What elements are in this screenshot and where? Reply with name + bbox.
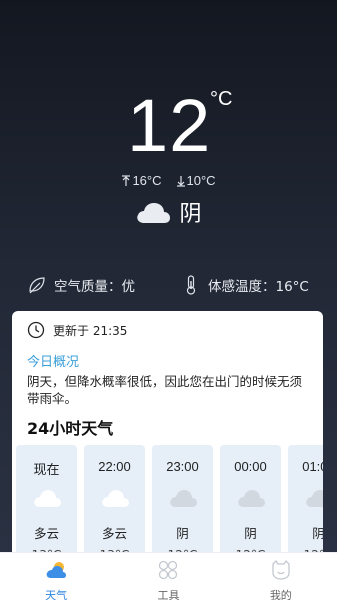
current-weather: 12 °C 16°C 10°C 阴 [0,0,337,310]
weather-detail-card: 更新于 21:35 今日概况 阴天，但降水概率很低，因此您在出门的时候无须带雨伞… [12,311,323,561]
low-temp-value: 10°C [186,173,216,188]
hour-time: 01:00 [302,459,323,474]
weather-condition: 阴 [0,196,337,228]
hour-condition: 多云 [101,526,127,541]
tab-weather-label: 天气 [45,589,68,600]
hour-condition: 阴 [312,526,323,541]
hour-card[interactable]: 现在 多云 13°C [16,445,77,561]
feels-like[interactable]: 体感温度：16°C [182,275,309,295]
hour-card[interactable]: 23:00 阴 12°C [152,445,213,561]
current-temperature: 12 [127,84,212,167]
thermometer-icon [186,275,196,295]
hour-card[interactable]: 22:00 多云 13°C [84,445,145,561]
summary-title: 今日概况 [27,355,80,370]
weather-info-row: 空气质量：优 体感温度：16°C [0,275,337,297]
update-time: 更新于 21:35 [27,321,127,339]
arrow-down-icon [176,175,185,187]
arrow-up-icon [122,174,131,186]
cloud-icon [34,490,61,507]
hour-time: 现在 [33,462,60,477]
hour-card[interactable]: 00:00 阴 12°C [220,445,281,561]
high-temp-value: 16°C [132,173,162,188]
profile-icon [272,559,290,580]
hour-condition: 多云 [33,526,59,541]
hour-time: 22:00 [98,459,131,474]
tab-tools-label: 工具 [157,589,180,600]
high-temp: 16°C [121,173,162,188]
summary-text: 阴天，但降水概率很低，因此您在出门的时候无须带雨伞。 [27,374,303,406]
overcast-icon [170,490,197,507]
bottom-tab-bar: 天气 工具 我的 [0,552,337,600]
tab-weather[interactable]: 天气 [0,553,112,600]
update-time-text: 更新于 21:35 [53,323,128,338]
hour-card[interactable]: 01:00 阴 12°C [288,445,323,561]
condition-label: 阴 [179,202,202,227]
low-temp: 10°C [176,173,216,188]
temperature-unit: °C [210,88,233,110]
tab-profile[interactable]: 我的 [225,553,337,600]
tools-icon [159,560,178,580]
cloud-icon [102,490,129,507]
air-quality[interactable]: 空气质量：优 [28,275,135,295]
overcast-icon [306,490,323,507]
cloud-icon [137,203,171,223]
leaf-icon [29,277,45,294]
hour-condition: 阴 [244,526,257,541]
weather-icon [46,562,67,578]
hourly-title: 24小时天气 [27,419,114,438]
air-quality-text: 空气质量：优 [54,279,135,295]
hour-condition: 阴 [176,526,189,541]
high-low-temperature: 16°C 10°C [0,173,337,188]
hour-time: 00:00 [234,459,267,474]
tab-tools[interactable]: 工具 [112,553,224,600]
tab-profile-label: 我的 [269,589,292,600]
hourly-forecast-list[interactable]: 现在 多云 13°C 22:00 多云 13°C 23:00 阴 12°C 00… [16,445,323,561]
feels-like-text: 体感温度：16°C [208,279,309,295]
clock-icon [27,321,45,339]
overcast-icon [238,490,265,507]
hour-time: 23:00 [166,459,199,474]
